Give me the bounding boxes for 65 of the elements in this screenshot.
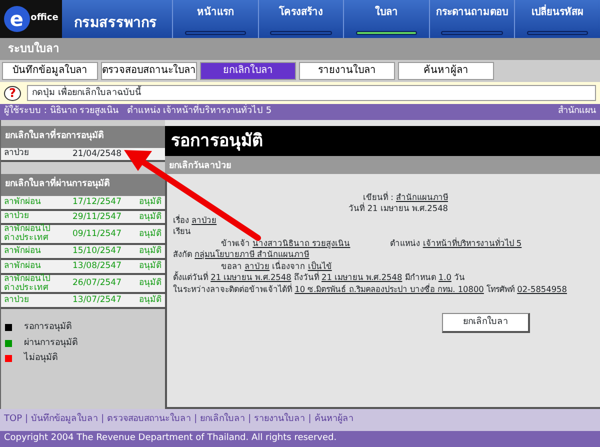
- letter-line: เรียน: [173, 226, 191, 238]
- leave-date: 15/10/2547: [72, 245, 122, 258]
- leave-status: อนุมัติ: [138, 294, 162, 308]
- link-separator: |: [248, 413, 252, 426]
- user-info: ผู้ใช้ระบบ : นิธินาถ รวยสูงเนิน ตำแหน่ง เจ้าหน้าที่บริหารงานทั่วไป 5: [4, 105, 272, 119]
- legend-label: รอการอนุมัติ: [24, 321, 72, 334]
- leave-type[interactable]: ลาพักผ่อน: [4, 247, 62, 256]
- leave-status: อนุมัติ: [138, 196, 162, 208]
- link-separator: |: [308, 413, 312, 426]
- leave-date: 13/08/2547: [72, 260, 122, 273]
- letter-line: ในระหว่างลาจะติดต่อข้าพเจ้าได้ที่ 10 ซ.มิตรพันธ์ ถ.ริมคลองประปา บางซื่อ กทม. 10800 โทรศัพท์ 02-5854958: [173, 284, 567, 296]
- leave-type[interactable]: ลาพักผ่อน: [4, 262, 62, 271]
- leave-type[interactable]: ลาป่วย: [4, 212, 62, 222]
- leave-date: 13/07/2547: [72, 294, 122, 308]
- tab[interactable]: ค้นหาผู้ลา: [398, 62, 494, 80]
- tab[interactable]: ยกเลิกใบลา: [200, 62, 296, 80]
- letter-line: ข้าพเจ้า นางสาวนิธินาถ รวยสูงเนิน: [221, 238, 350, 250]
- system-title: ระบบใบลา: [0, 38, 600, 60]
- letter-line: ตั้งแต่วันที่ 21 เมษายน พ.ศ.2548 ถึงวันที่ 21 เมษายน พ.ศ.2548 มีกำหนด 1.0 วัน: [173, 272, 466, 284]
- letter-line: วันที่ 21 เมษายน พ.ศ.2548: [348, 203, 448, 215]
- footer-link[interactable]: ค้นหาผู้ลา: [314, 413, 354, 427]
- organization-name: กรมสรรพากร: [73, 14, 158, 33]
- tab[interactable]: ตรวจสอบสถานะใบลา: [101, 62, 197, 80]
- link-separator: |: [101, 413, 104, 426]
- leave-status: อนุมัติ: [138, 210, 162, 224]
- office-name: สำนักแผน: [558, 105, 596, 118]
- letter-line: เรื่อง ลาป่วย: [173, 214, 217, 226]
- legend-label: ไม่อนุมัติ: [24, 352, 58, 366]
- logo: e office: [0, 0, 62, 38]
- cancel-leave-button[interactable]: ยกเลิกใบลา: [442, 313, 530, 334]
- leave-date: 26/07/2547: [72, 277, 122, 290]
- leave-date: 17/12/2547: [72, 196, 122, 208]
- footer-link[interactable]: บันทึกข้อมูลใบลา: [31, 413, 98, 427]
- leave-date: 21/04/2548: [72, 148, 122, 160]
- letter-line: สังกัด กลุ่มนโยบายภาษี สำนักแผนภาษี: [173, 249, 310, 260]
- leave-status: อนุมัติ: [138, 245, 162, 258]
- link-separator: |: [194, 413, 198, 426]
- link-separator: |: [25, 413, 28, 426]
- leave-type[interactable]: ลาพักผ่อนไปต่างประเทศ: [4, 274, 62, 292]
- section-header: ยกเลิกใบลาที่รอการอนุมัติ: [1, 126, 165, 148]
- leave-date: 09/11/2547: [72, 228, 122, 241]
- leave-type[interactable]: ลาพักผ่อนไปต่างประเทศ: [4, 225, 62, 244]
- tab[interactable]: บันทึกข้อมูลใบลา: [2, 62, 98, 80]
- footer-link[interactable]: TOP: [4, 413, 22, 427]
- leave-status: อนุมัติ: [138, 277, 162, 290]
- section-subtitle: ยกเลิกวันลาป่วย: [165, 156, 600, 174]
- letter-line: ขอลา ลาป่วย เนื่องจาก เป็นไข้: [221, 260, 332, 272]
- leave-date: 29/11/2547: [72, 210, 122, 224]
- footer-link[interactable]: ยกเลิกใบลา: [200, 413, 246, 427]
- leave-type[interactable]: ลาพักผ่อน: [4, 198, 62, 207]
- legend-label: ผ่านการอนุมัติ: [24, 336, 78, 350]
- leave-status: อนุมัติ: [138, 228, 162, 241]
- letter-line: ตำแหน่ง เจ้าหน้าที่บริหารงานทั่วไป 5: [390, 238, 522, 250]
- copyright-text: Copyright 2004 The Revenue Department of Thailand. All rights reserved.: [0, 431, 600, 447]
- leave-status: อนุมัติ: [138, 260, 162, 273]
- footer-link[interactable]: รายงานใบลา: [254, 413, 306, 427]
- page-title: รอการอนุมัติ: [165, 126, 600, 156]
- help-icon: ?: [4, 86, 21, 100]
- leave-type[interactable]: ลาป่วย: [4, 149, 62, 158]
- section-header: ยกเลิกใบลาที่ผ่านการอนุมัติ: [1, 174, 165, 196]
- leave-type[interactable]: ลาป่วย: [4, 296, 62, 306]
- tab[interactable]: รายงานใบลา: [299, 62, 395, 80]
- footer-link[interactable]: ตรวจสอบสถานะใบลา: [107, 413, 192, 427]
- help-message: กดปุ่ม เพื่อยกเลิกใบลาฉบับนี้: [27, 85, 596, 101]
- letter-line: เขียนที่ : สำนักแผนภาษี: [363, 192, 448, 202]
